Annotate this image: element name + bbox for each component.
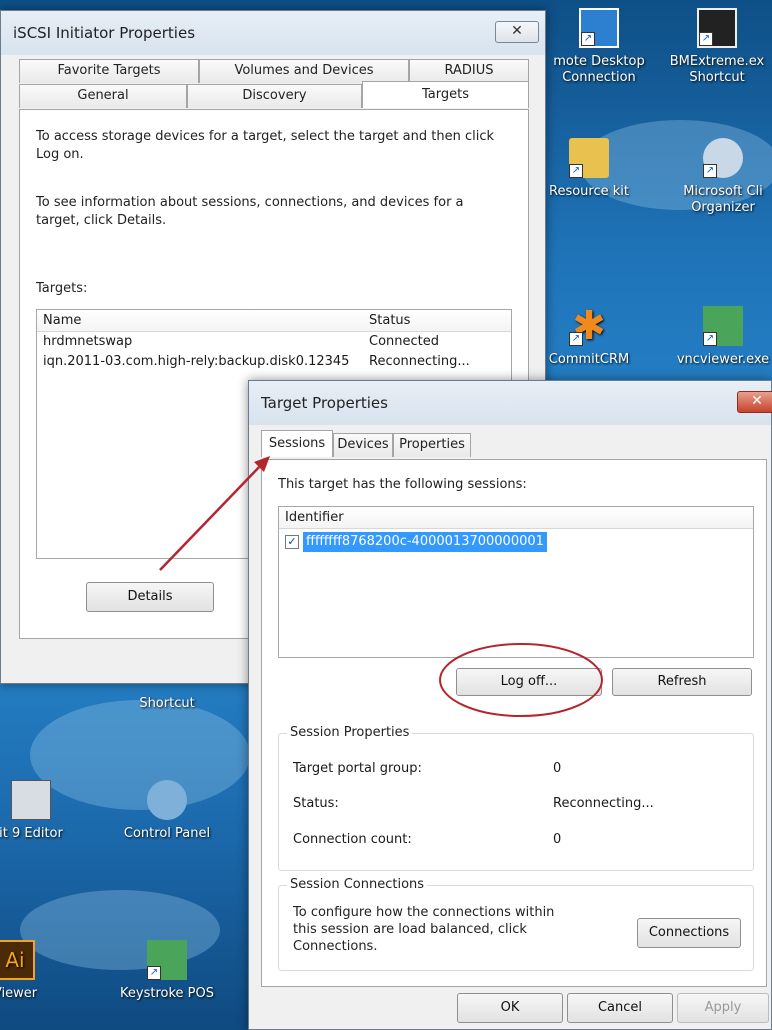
desktop-icon-label: BMExtreme.ex <box>669 54 765 69</box>
targets-list-header: Name Status <box>37 310 511 332</box>
desktop-icon-label: Microsoft Cli <box>683 184 763 199</box>
targets-label: Targets: <box>36 281 88 296</box>
folder-icon: ↗ <box>569 138 609 178</box>
tab-favorite-targets[interactable]: Favorite Targets <box>19 59 199 83</box>
target-name: hrdmnetswap <box>43 334 133 349</box>
log-off-button[interactable]: Log off... <box>456 668 602 696</box>
illustrator-icon: Ai <box>0 940 35 980</box>
desktop-icon-control-panel[interactable]: Control Panel <box>112 780 222 842</box>
sessions-intro-text: This target has the following sessions: <box>278 477 527 492</box>
desktop-icon-label: Organizer <box>691 200 755 215</box>
control-panel-icon <box>147 780 187 820</box>
details-button[interactable]: Details <box>86 582 214 612</box>
desktop-icon-label: mote Desktop <box>553 54 645 69</box>
tab-row-top: Favorite Targets Volumes and Devices RAD… <box>19 59 529 83</box>
keystroke-pos-icon: ↗ <box>147 940 187 980</box>
desktop-icon-remote-desktop[interactable]: ↗ mote Desktop Connection <box>544 8 654 86</box>
connection-count-value: 0 <box>553 832 562 847</box>
connection-count-label: Connection count: <box>293 832 412 847</box>
desktop-icon-resource-kit[interactable]: ↗ Resource kit <box>534 138 644 200</box>
target-props-titlebar: Target Properties ✕ <box>249 381 772 425</box>
tab-general[interactable]: General <box>19 84 187 108</box>
close-button[interactable]: ✕ <box>495 21 539 43</box>
tab-sessions[interactable]: Sessions <box>261 430 333 457</box>
session-connections-group: Session Connections To configure how the… <box>278 877 754 971</box>
column-name[interactable]: Name <box>37 310 363 331</box>
desktop-icon-keystroke-pos[interactable]: ↗ Keystroke POS <box>112 940 222 1002</box>
refresh-button[interactable]: Refresh <box>612 668 752 696</box>
session-properties-title: Session Properties <box>287 725 413 740</box>
sessions-panel: This target has the following sessions: … <box>261 459 767 987</box>
table-row[interactable]: iqn.2011-03.com.high-rely:backup.disk0.1… <box>37 352 511 372</box>
session-checkbox[interactable]: ✓ <box>285 535 299 549</box>
connections-button[interactable]: Connections <box>637 918 741 948</box>
window-title: iSCSI Initiator Properties <box>13 24 196 42</box>
session-identifier: ffffffff8768200c-4000013700000001 <box>303 532 547 552</box>
desktop-icon-viewer[interactable]: Ai Viewer <box>0 940 70 1002</box>
editor-icon <box>11 780 51 820</box>
status-value: Reconnecting... <box>553 796 654 811</box>
target-status: Reconnecting... <box>369 354 470 369</box>
cancel-button[interactable]: Cancel <box>567 993 673 1023</box>
tab-row-bottom: General Discovery Targets <box>19 81 529 108</box>
connections-help-text: To configure how the connections within … <box>293 905 555 954</box>
target-name: iqn.2011-03.com.high-rely:backup.disk0.1… <box>43 354 350 369</box>
desktop-icon-shortcut[interactable]: Shortcut <box>112 696 222 712</box>
desktop-icon-label: Connection <box>562 70 636 85</box>
window-title: Target Properties <box>261 394 388 412</box>
desktop-icon-editor[interactable]: it 9 Editor <box>0 780 86 842</box>
desktop-icon-label: Resource kit <box>549 184 629 199</box>
bmextreme-icon: ↗ <box>697 8 737 48</box>
commitcrm-icon: ✱ ↗ <box>569 306 609 346</box>
desktop-icon-label: Control Panel <box>123 826 211 841</box>
desktop-icon-vncviewer[interactable]: ↗ vncviewer.exe <box>668 306 772 368</box>
desktop-icon-microsoft-organizer[interactable]: ↗ Microsoft Cli Organizer <box>668 138 772 216</box>
desktop-icon-label: Viewer <box>0 986 38 1001</box>
tab-radius[interactable]: RADIUS <box>409 59 529 83</box>
target-properties-window: Target Properties ✕ Sessions Devices Pro… <box>248 380 772 1030</box>
column-identifier[interactable]: Identifier <box>279 507 749 528</box>
portal-group-label: Target portal group: <box>293 761 422 776</box>
remote-desktop-icon: ↗ <box>579 8 619 48</box>
sessions-list-header: Identifier <box>279 507 753 529</box>
desktop-icon-label: CommitCRM <box>548 352 630 367</box>
apply-button[interactable]: Apply <box>677 993 769 1023</box>
tab-discovery[interactable]: Discovery <box>187 84 362 108</box>
list-item[interactable]: ✓ ffffffff8768200c-4000013700000001 <box>279 532 753 552</box>
target-props-tabs: Sessions Devices Properties <box>261 430 471 457</box>
status-label: Status: <box>293 796 339 811</box>
details-intro-text: To see information about sessions, conne… <box>36 195 464 228</box>
desktop-icon-label: Shortcut <box>139 696 195 711</box>
target-status: Connected <box>369 334 440 349</box>
targets-intro-text: To access storage devices for a target, … <box>36 129 495 162</box>
desktop-icon-label: Keystroke POS <box>120 986 214 1001</box>
session-connections-title: Session Connections <box>287 877 428 892</box>
session-properties-group: Session Properties Target portal group: … <box>278 725 754 871</box>
tab-volumes-devices[interactable]: Volumes and Devices <box>199 59 409 83</box>
tab-targets[interactable]: Targets <box>362 81 529 108</box>
sessions-list[interactable]: Identifier ✓ ffffffff8768200c-4000013700… <box>278 506 754 658</box>
close-button[interactable]: ✕ <box>737 391 772 413</box>
vncviewer-icon: ↗ <box>703 306 743 346</box>
iscsi-titlebar: iSCSI Initiator Properties ✕ <box>1 11 545 55</box>
column-status[interactable]: Status <box>363 310 511 331</box>
desktop-icon-label: Shortcut <box>689 70 745 85</box>
organizer-icon: ↗ <box>703 138 743 178</box>
tab-devices[interactable]: Devices <box>333 433 393 457</box>
desktop-icon-bmextreme[interactable]: ↗ BMExtreme.ex Shortcut <box>662 8 772 86</box>
desktop-icon-commitcrm[interactable]: ✱ ↗ CommitCRM <box>534 306 644 368</box>
desktop-icon-label: it 9 Editor <box>0 826 63 841</box>
portal-group-value: 0 <box>553 761 562 776</box>
desktop-icon-label: vncviewer.exe <box>676 352 770 367</box>
ok-button[interactable]: OK <box>457 993 563 1023</box>
tab-properties[interactable]: Properties <box>393 433 471 457</box>
table-row[interactable]: hrdmnetswap Connected <box>37 332 511 352</box>
